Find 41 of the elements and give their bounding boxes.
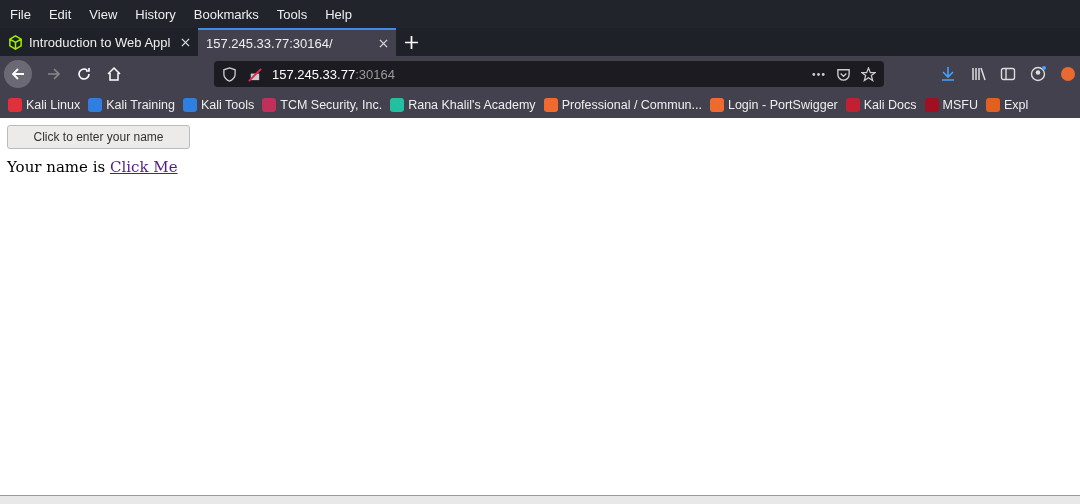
click-me-link[interactable]: Click Me [109,158,178,176]
close-icon[interactable] [379,38,388,48]
close-icon[interactable] [181,37,190,47]
new-tab-icon[interactable] [405,35,418,49]
bookmark-link[interactable]: Kali Tools [183,98,255,112]
bookmark-link[interactable]: Kali Training [88,98,175,112]
sidebar-icon[interactable] [1000,66,1016,82]
bookmark-link[interactable]: Kali Docs [845,98,917,112]
insecure-lock-icon[interactable] [247,66,262,82]
menu-item[interactable]: History [128,6,183,22]
bookmark-link[interactable]: Expl [985,98,1029,112]
bookmark-link[interactable]: TCM Security, Inc. [262,98,383,112]
menu-item[interactable]: Help [318,6,359,22]
menu-item[interactable]: View [82,6,125,22]
address-field[interactable]: 157.245.33.77:30164 [214,61,884,87]
bookmark-link[interactable]: MSFU [924,98,978,112]
bookmark-link[interactable]: Rana Khalil's Academy [390,98,536,112]
reload-icon[interactable] [76,66,92,82]
back-icon[interactable] [4,60,32,88]
forward-icon[interactable] [46,66,62,82]
cube-icon [8,34,23,50]
browser-tab[interactable]: Introduction to Web Appl [0,28,198,56]
library-icon[interactable] [970,66,986,82]
menu-item[interactable]: Bookmarks [186,6,266,22]
url-text: 157.245.33.77:30164 [272,66,395,82]
bookmark-link[interactable]: Login - PortSwigger [709,98,838,112]
bookmark-link[interactable]: Kali Linux [8,98,81,112]
menu-item[interactable]: Edit [41,6,79,22]
browser-tab[interactable]: 157.245.33.77:30164/ [198,28,396,56]
bookmark-link[interactable]: Professional / Commun... [543,98,702,112]
download-icon[interactable] [940,66,956,82]
menu-item[interactable]: File [3,6,38,22]
shield-icon[interactable] [222,66,237,82]
extension-icon[interactable] [1060,66,1076,82]
star-icon[interactable] [861,66,876,82]
enter-name-button[interactable]: Click to enter your name [7,125,190,149]
name-sentence: Your name is Click Me [7,158,179,176]
account-icon[interactable] [1030,66,1046,82]
home-icon[interactable] [106,66,122,82]
pocket-icon[interactable] [836,66,851,82]
menu-item[interactable]: Tools [269,6,315,22]
